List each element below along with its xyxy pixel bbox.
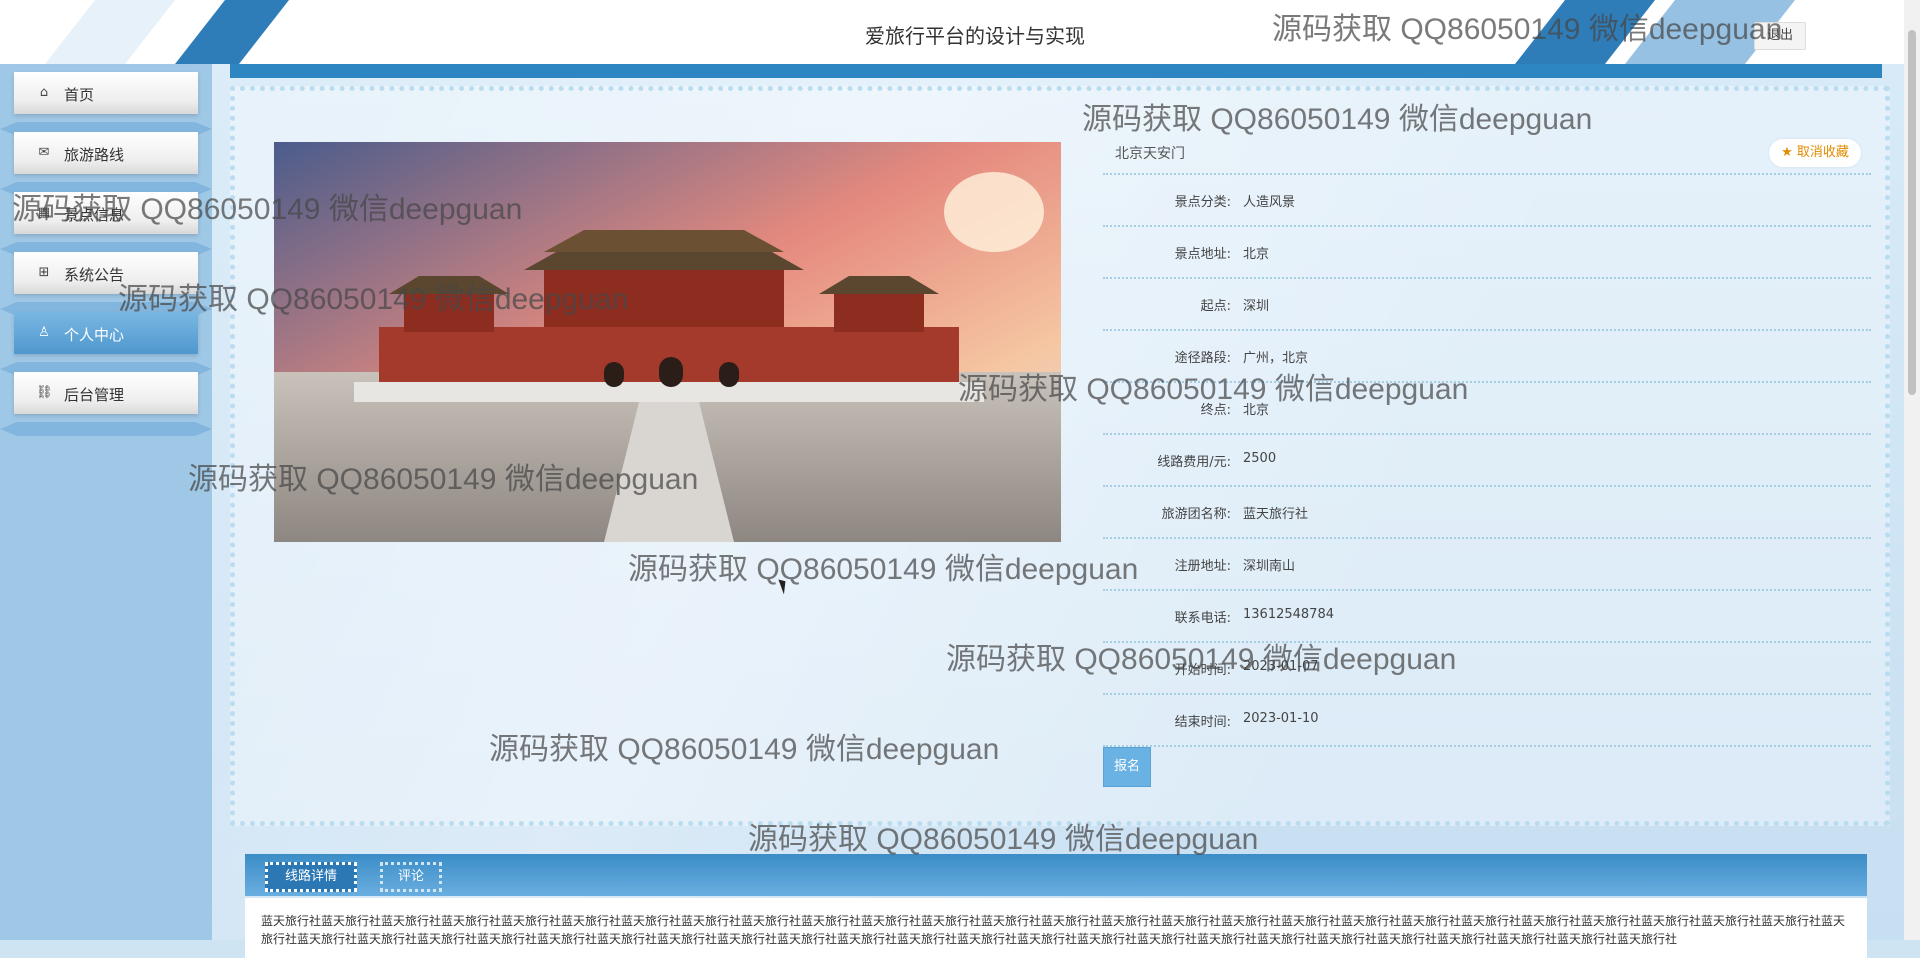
sidebar-item-home[interactable]: ⌂ 首页 xyxy=(14,72,198,114)
watermark-text: 源码获取 QQ86050149 微信deepguan xyxy=(958,373,1469,406)
watermark-text: 源码获取 QQ86050149 微信deepguan xyxy=(946,643,1457,676)
field-label: 线路费用/元: xyxy=(1157,455,1231,470)
route-name: 北京天安门 xyxy=(1115,146,1185,162)
field-value: 深圳南山 xyxy=(1243,559,1296,574)
field-value: 2023-01-10 xyxy=(1243,711,1319,726)
home-icon: ⌂ xyxy=(39,85,49,100)
sidebar-item-label: 系统公告 xyxy=(64,266,125,284)
link-icon: ⛓ xyxy=(36,385,53,400)
route-title-row: 北京天安门 ★ 取消收藏 xyxy=(1103,133,1871,173)
detail-tabs: 线路详情 评论 xyxy=(245,854,1867,896)
sidebar-item-label: 首页 xyxy=(64,86,95,104)
sidebar-item-admin[interactable]: ⛓ 后台管理 xyxy=(14,372,198,414)
watermark-text: 源码获取 QQ86050149 微信deepguan xyxy=(12,193,523,226)
field-value: 人造风景 xyxy=(1243,195,1296,210)
route-detail-text-box: 蓝天旅行社蓝天旅行社蓝天旅行社蓝天旅行社蓝天旅行社蓝天旅行社蓝天旅行社蓝天旅行社… xyxy=(245,898,1867,958)
user-icon: ♙ xyxy=(38,325,50,340)
sidebar-item-routes[interactable]: ✉ 旅游路线 xyxy=(14,132,198,174)
field-value: 蓝天旅行社 xyxy=(1243,507,1309,522)
field-label: 旅游团名称: xyxy=(1161,507,1231,522)
sidebar-divider xyxy=(0,422,212,436)
field-label: 起点: xyxy=(1200,299,1231,314)
field-row: 景点地址: 北京 xyxy=(1103,225,1871,277)
field-row: 旅游团名称: 蓝天旅行社 xyxy=(1103,485,1871,537)
signup-button[interactable]: 报名 xyxy=(1103,747,1151,787)
field-row: 注册地址: 深圳南山 xyxy=(1103,537,1871,589)
watermark-text: 源码获取 QQ86050149 微信deepguan xyxy=(628,553,1139,586)
tab-comments[interactable]: 评论 xyxy=(380,862,442,892)
field-row: 起点: 深圳 xyxy=(1103,277,1871,329)
scroll-thumb[interactable] xyxy=(1908,30,1916,395)
field-label: 景点地址: xyxy=(1174,247,1231,262)
field-label: 景点分类: xyxy=(1174,195,1231,210)
top-bar xyxy=(230,64,1882,78)
field-label: 结束时间: xyxy=(1174,715,1231,730)
star-icon: ★ xyxy=(1781,145,1793,160)
field-value: 北京 xyxy=(1243,247,1270,262)
unfavorite-button[interactable]: ★ 取消收藏 xyxy=(1769,139,1861,167)
favorite-label: 取消收藏 xyxy=(1796,145,1849,160)
watermark-text: 源码获取 QQ86050149 微信deepguan xyxy=(118,283,629,316)
field-value: 深圳 xyxy=(1243,299,1270,314)
watermark-text: 源码获取 QQ86050149 微信deepguan xyxy=(188,463,699,496)
watermark-text: 源码获取 QQ86050149 微信deepguan xyxy=(748,823,1259,856)
sidebar-item-label: 个人中心 xyxy=(64,326,125,344)
field-row: 线路费用/元: 2500 xyxy=(1103,433,1871,485)
watermark-text: 源码获取 QQ86050149 微信deepguan xyxy=(1082,103,1593,136)
sidebar-item-profile[interactable]: ♙ 个人中心 xyxy=(14,312,198,354)
gift-icon: ⊞ xyxy=(38,265,50,280)
field-divider xyxy=(1103,745,1871,747)
mail-icon: ✉ xyxy=(38,145,50,160)
field-value: 2500 xyxy=(1243,451,1277,466)
route-detail-text: 蓝天旅行社蓝天旅行社蓝天旅行社蓝天旅行社蓝天旅行社蓝天旅行社蓝天旅行社蓝天旅行社… xyxy=(261,914,1846,946)
field-value: 13612548784 xyxy=(1243,607,1334,622)
watermark-text: 源码获取 QQ86050149 微信deepguan xyxy=(1272,13,1783,46)
sidebar-item-label: 后台管理 xyxy=(64,386,125,404)
watermark-text: 源码获取 QQ86050149 微信deepguan xyxy=(489,733,1000,766)
sidebar-item-label: 旅游路线 xyxy=(64,146,125,164)
field-row: 结束时间: 2023-01-10 xyxy=(1103,693,1871,745)
field-row: 景点分类: 人造风景 xyxy=(1103,173,1871,225)
scrollbar[interactable] xyxy=(1904,0,1920,940)
field-label: 联系电话: xyxy=(1174,611,1231,626)
tab-route-detail[interactable]: 线路详情 xyxy=(265,862,357,892)
